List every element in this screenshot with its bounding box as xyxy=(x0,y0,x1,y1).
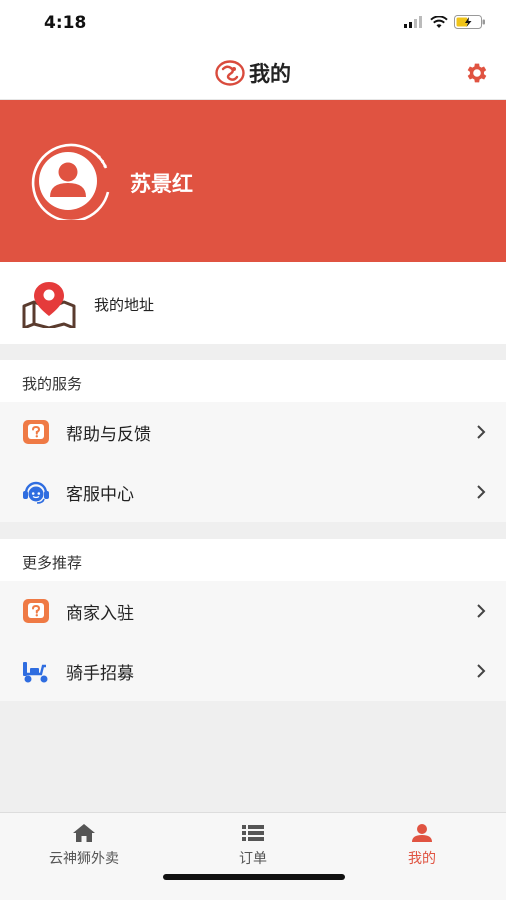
home-indicator xyxy=(163,874,345,880)
gear-icon[interactable] xyxy=(464,60,490,86)
merchant-join-row[interactable]: 商家入驻 xyxy=(0,581,506,641)
nav-title-wrap: 我的 xyxy=(0,58,506,88)
chevron-right-icon xyxy=(477,664,486,678)
signal-icon xyxy=(404,16,422,28)
status-bar: 4:18 xyxy=(0,0,506,46)
help-feedback-row[interactable]: 帮助与反馈 xyxy=(0,402,506,462)
recommend-section-title: 更多推荐 xyxy=(22,554,83,572)
rider-recruit-label: 骑手招募 xyxy=(66,664,134,684)
customer-service-row[interactable]: 客服中心 xyxy=(0,462,506,522)
profile-name: 苏景红 xyxy=(130,172,193,196)
services-section-header: 我的服务 xyxy=(0,360,506,402)
merchant-join-label: 商家入驻 xyxy=(66,604,134,624)
my-address-row[interactable]: 我的地址 xyxy=(0,262,506,344)
chevron-right-icon xyxy=(477,604,486,618)
user-icon xyxy=(412,824,432,842)
list-icon xyxy=(242,825,264,841)
tab-mine[interactable]: 我的 xyxy=(338,813,506,873)
help-feedback-label: 帮助与反馈 xyxy=(66,425,151,445)
chevron-right-icon xyxy=(477,485,486,499)
page-title: 我的 xyxy=(249,62,291,86)
home-icon xyxy=(73,824,95,842)
avatar xyxy=(31,143,110,220)
merchant-icon xyxy=(23,599,49,623)
tab-orders-label: 订单 xyxy=(239,851,267,867)
customer-service-label: 客服中心 xyxy=(66,485,134,505)
chevron-right-icon xyxy=(477,425,486,439)
rider-recruit-row[interactable]: 骑手招募 xyxy=(0,641,506,701)
status-icons xyxy=(404,15,486,29)
map-pin-icon xyxy=(22,282,76,328)
nav-bar: 我的 xyxy=(0,46,506,100)
services-section-title: 我的服务 xyxy=(22,375,83,393)
tab-home[interactable]: 云神狮外卖 xyxy=(0,813,168,873)
status-time: 4:18 xyxy=(44,13,87,33)
tab-home-label: 云神狮外卖 xyxy=(49,851,119,867)
scooter-icon xyxy=(23,662,48,683)
tab-mine-label: 我的 xyxy=(408,851,436,867)
wifi-icon xyxy=(430,15,448,28)
help-icon xyxy=(23,420,49,444)
tab-orders[interactable]: 订单 xyxy=(169,813,337,873)
my-address-label: 我的地址 xyxy=(94,296,155,314)
profile-banner[interactable]: 苏景红 xyxy=(0,100,506,262)
tab-bar: 云神狮外卖 订单 我的 xyxy=(0,812,506,900)
brand-logo-icon xyxy=(215,60,245,86)
customer-service-icon xyxy=(23,481,49,504)
recommend-section-header: 更多推荐 xyxy=(0,539,506,581)
battery-icon xyxy=(454,15,485,29)
